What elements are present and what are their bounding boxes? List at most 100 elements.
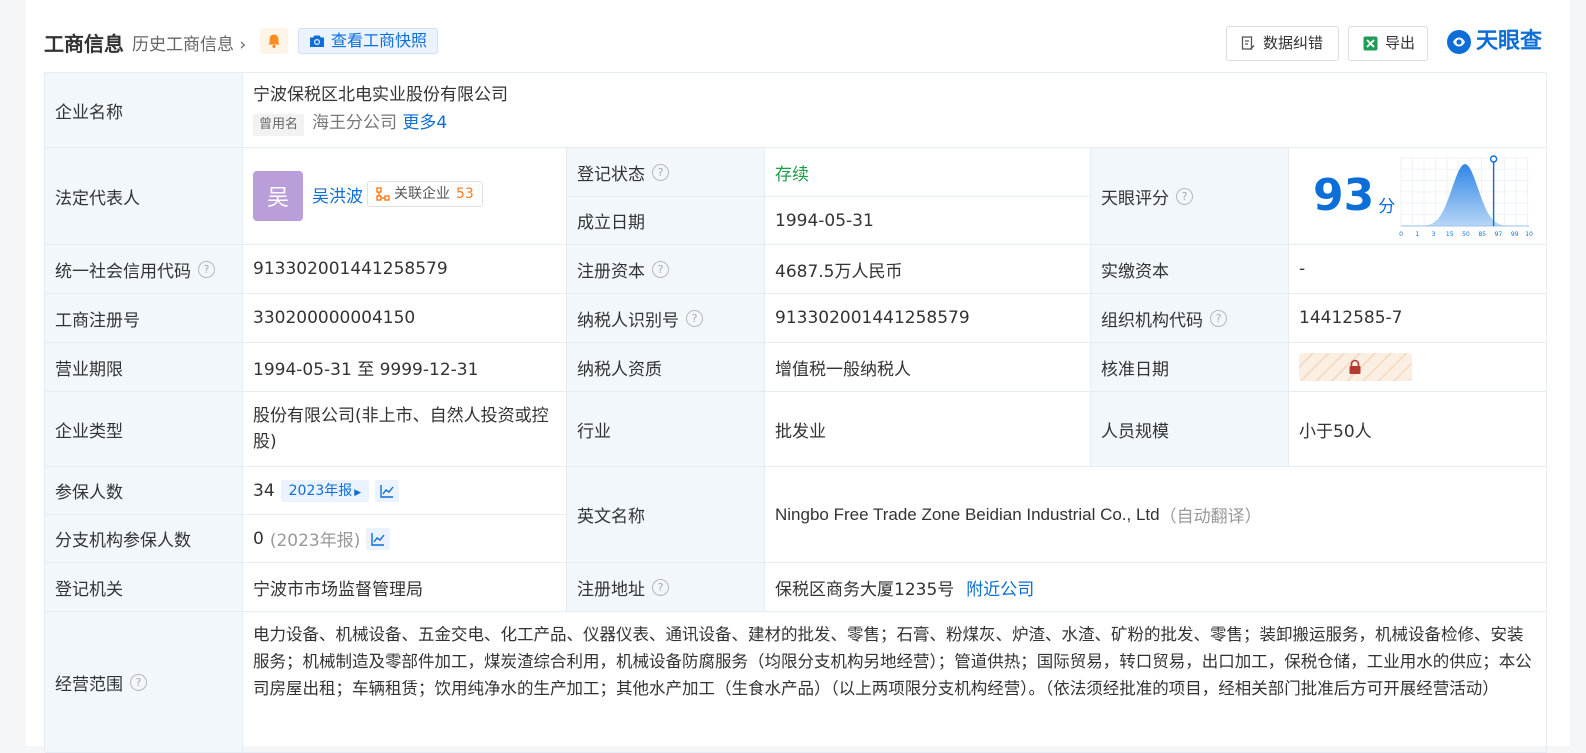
score-label-text: 天眼评分 bbox=[1101, 188, 1169, 209]
status-value: 存续 bbox=[765, 148, 1091, 197]
help-icon[interactable]: ? bbox=[1176, 187, 1193, 205]
more-used-names-link[interactable]: 更多4 bbox=[402, 113, 447, 133]
auto-translate-note: （自动翻译） bbox=[1159, 507, 1262, 527]
org-code-value: 14412585-7 bbox=[1289, 294, 1547, 343]
label-org-code: 组织机构代码? bbox=[1091, 294, 1289, 343]
line-chart-icon bbox=[380, 484, 394, 498]
label-capital: 注册资本? bbox=[567, 245, 765, 294]
help-icon[interactable]: ? bbox=[652, 163, 669, 181]
staff-value: 小于50人 bbox=[1289, 392, 1547, 467]
reg-no-value: 330200000004150 bbox=[243, 294, 567, 343]
avatar: 吴 bbox=[253, 171, 303, 221]
label-authority: 登记机关 bbox=[45, 563, 243, 612]
used-name-tag: 曾用名 bbox=[253, 114, 305, 136]
insured-report-link[interactable]: 2023年报 ▶ bbox=[280, 479, 370, 502]
english-name-cell: Ningbo Free Trade Zone Beidian Industria… bbox=[765, 467, 1547, 563]
company-type-value: 股份有限公司(非上市、自然人投资或控股) bbox=[243, 392, 567, 467]
label-industry: 行业 bbox=[567, 392, 765, 467]
help-icon[interactable]: ? bbox=[652, 578, 669, 596]
monitor-button[interactable] bbox=[260, 28, 288, 54]
help-icon[interactable]: ? bbox=[686, 309, 703, 327]
score-tick-label: 50 bbox=[1462, 231, 1470, 238]
help-icon[interactable]: ? bbox=[198, 260, 215, 278]
term-value: 1994-05-31 至 9999-12-31 bbox=[243, 343, 567, 392]
snapshot-label: 查看工商快照 bbox=[331, 31, 428, 50]
line-chart-icon bbox=[371, 532, 385, 546]
taxpayer-type-value: 增值税一般纳税人 bbox=[765, 343, 1091, 392]
history-link[interactable]: 历史工商信息 › bbox=[132, 30, 246, 55]
bell-icon bbox=[268, 34, 280, 48]
english-name-value: Ningbo Free Trade Zone Beidian Industria… bbox=[775, 504, 1160, 524]
logo-text: 天眼查 bbox=[1476, 29, 1543, 54]
legal-rep-name[interactable]: 吴洪波 bbox=[312, 182, 363, 207]
label-taxpayer-type: 纳税人资质 bbox=[567, 343, 765, 392]
score-tick-label: 15 bbox=[1446, 231, 1454, 238]
score-unit: 分 bbox=[1378, 196, 1396, 217]
score-tick-label: 1 bbox=[1415, 231, 1419, 238]
nearby-companies-link[interactable]: 附近公司 bbox=[966, 575, 1034, 600]
authority-value: 宁波市市场监督管理局 bbox=[243, 563, 567, 612]
help-icon[interactable]: ? bbox=[130, 673, 147, 691]
label-insured: 参保人数 bbox=[45, 467, 243, 515]
snapshot-button[interactable]: 查看工商快照 bbox=[298, 28, 439, 54]
page: 工商信息 历史工商信息 › 查看工商快照 数据纠错 导出 天眼查 企业名称 宁波… bbox=[26, 0, 1570, 753]
address-cell: 保税区商务大厦1235号 附近公司 bbox=[765, 563, 1547, 612]
label-branch-insured: 分支机构参保人数 bbox=[45, 515, 243, 563]
label-address: 注册地址? bbox=[567, 563, 765, 612]
related-count: 53 bbox=[456, 186, 474, 202]
score-curve bbox=[1401, 164, 1529, 226]
capital-label-text: 注册资本 bbox=[577, 261, 645, 282]
insured-trend-button[interactable] bbox=[375, 479, 400, 502]
score-tick-label: 100 bbox=[1525, 231, 1533, 238]
industry-value: 批发业 bbox=[765, 392, 1091, 467]
branch-insured-value: 0 bbox=[253, 528, 264, 549]
scope-value: 电力设备、机械设备、五金交电、化工产品、仪器仪表、通讯设备、建材的批发、零售；石… bbox=[253, 625, 1532, 698]
score-tick-label: 97 bbox=[1495, 231, 1503, 238]
export-button[interactable]: 导出 bbox=[1348, 26, 1428, 61]
label-scope: 经营范围? bbox=[45, 612, 243, 753]
used-name: 海王分公司 bbox=[312, 113, 398, 133]
excel-icon bbox=[1363, 36, 1378, 51]
status-label-text: 登记状态 bbox=[577, 164, 645, 185]
label-taxpayer-id: 纳税人识别号? bbox=[567, 294, 765, 343]
credit-code-label-text: 统一社会信用代码 bbox=[55, 261, 191, 282]
capital-value: 4687.5万人民币 bbox=[765, 245, 1091, 294]
history-label: 历史工商信息 bbox=[132, 35, 234, 55]
edit-doc-icon bbox=[1241, 36, 1255, 51]
score-distribution-chart: 0 1 3 15 50 85 97 99 100 bbox=[1399, 155, 1533, 238]
label-founded: 成立日期 bbox=[567, 197, 765, 245]
address-value: 保税区商务大厦1235号 bbox=[775, 579, 955, 600]
score-tick-label: 99 bbox=[1511, 231, 1519, 238]
label-approval-date: 核准日期 bbox=[1091, 343, 1289, 392]
network-icon bbox=[376, 187, 390, 201]
org-code-label-text: 组织机构代码 bbox=[1101, 310, 1203, 331]
help-icon[interactable]: ? bbox=[652, 260, 669, 278]
locked-value[interactable] bbox=[1299, 353, 1412, 381]
address-label-text: 注册地址 bbox=[577, 579, 645, 600]
used-name-row: 曾用名 海王分公司 更多4 bbox=[253, 111, 1536, 136]
branch-trend-button[interactable] bbox=[366, 527, 391, 550]
label-legal-rep: 法定代表人 bbox=[45, 148, 243, 245]
section-header: 工商信息 历史工商信息 › 查看工商快照 数据纠错 导出 天眼查 bbox=[26, 0, 1570, 72]
score-tick-label: 0 bbox=[1399, 231, 1403, 238]
label-credit-code: 统一社会信用代码? bbox=[45, 245, 243, 294]
label-term: 营业期限 bbox=[45, 343, 243, 392]
chevron-right-icon: › bbox=[234, 35, 247, 55]
company-name-cell: 宁波保税区北电实业股份有限公司 曾用名 海王分公司 更多4 bbox=[243, 73, 1547, 148]
company-name: 宁波保税区北电实业股份有限公司 bbox=[253, 85, 508, 105]
help-icon[interactable]: ? bbox=[1210, 309, 1227, 327]
tianyancha-logo: 天眼查 bbox=[1446, 26, 1542, 58]
insured-value: 34 bbox=[253, 480, 275, 501]
export-label: 导出 bbox=[1385, 34, 1416, 52]
lock-icon bbox=[1349, 359, 1361, 374]
caret-right-icon: ▶ bbox=[354, 487, 362, 498]
section-title: 工商信息 bbox=[44, 32, 124, 56]
score-tick-label: 85 bbox=[1478, 231, 1486, 238]
related-companies-button[interactable]: 关联企业 53 bbox=[367, 181, 483, 207]
data-correction-button[interactable]: 数据纠错 bbox=[1226, 26, 1339, 61]
scope-cell: 电力设备、机械设备、五金交电、化工产品、仪器仪表、通讯设备、建材的批发、零售；石… bbox=[243, 612, 1547, 753]
branch-insured-cell: 0 (2023年报) bbox=[243, 515, 567, 563]
score-tick-label: 3 bbox=[1432, 231, 1436, 238]
score-cell[interactable]: 93分 0 1 3 15 50 85 97 99 100 bbox=[1289, 148, 1547, 245]
label-reg-no: 工商注册号 bbox=[45, 294, 243, 343]
